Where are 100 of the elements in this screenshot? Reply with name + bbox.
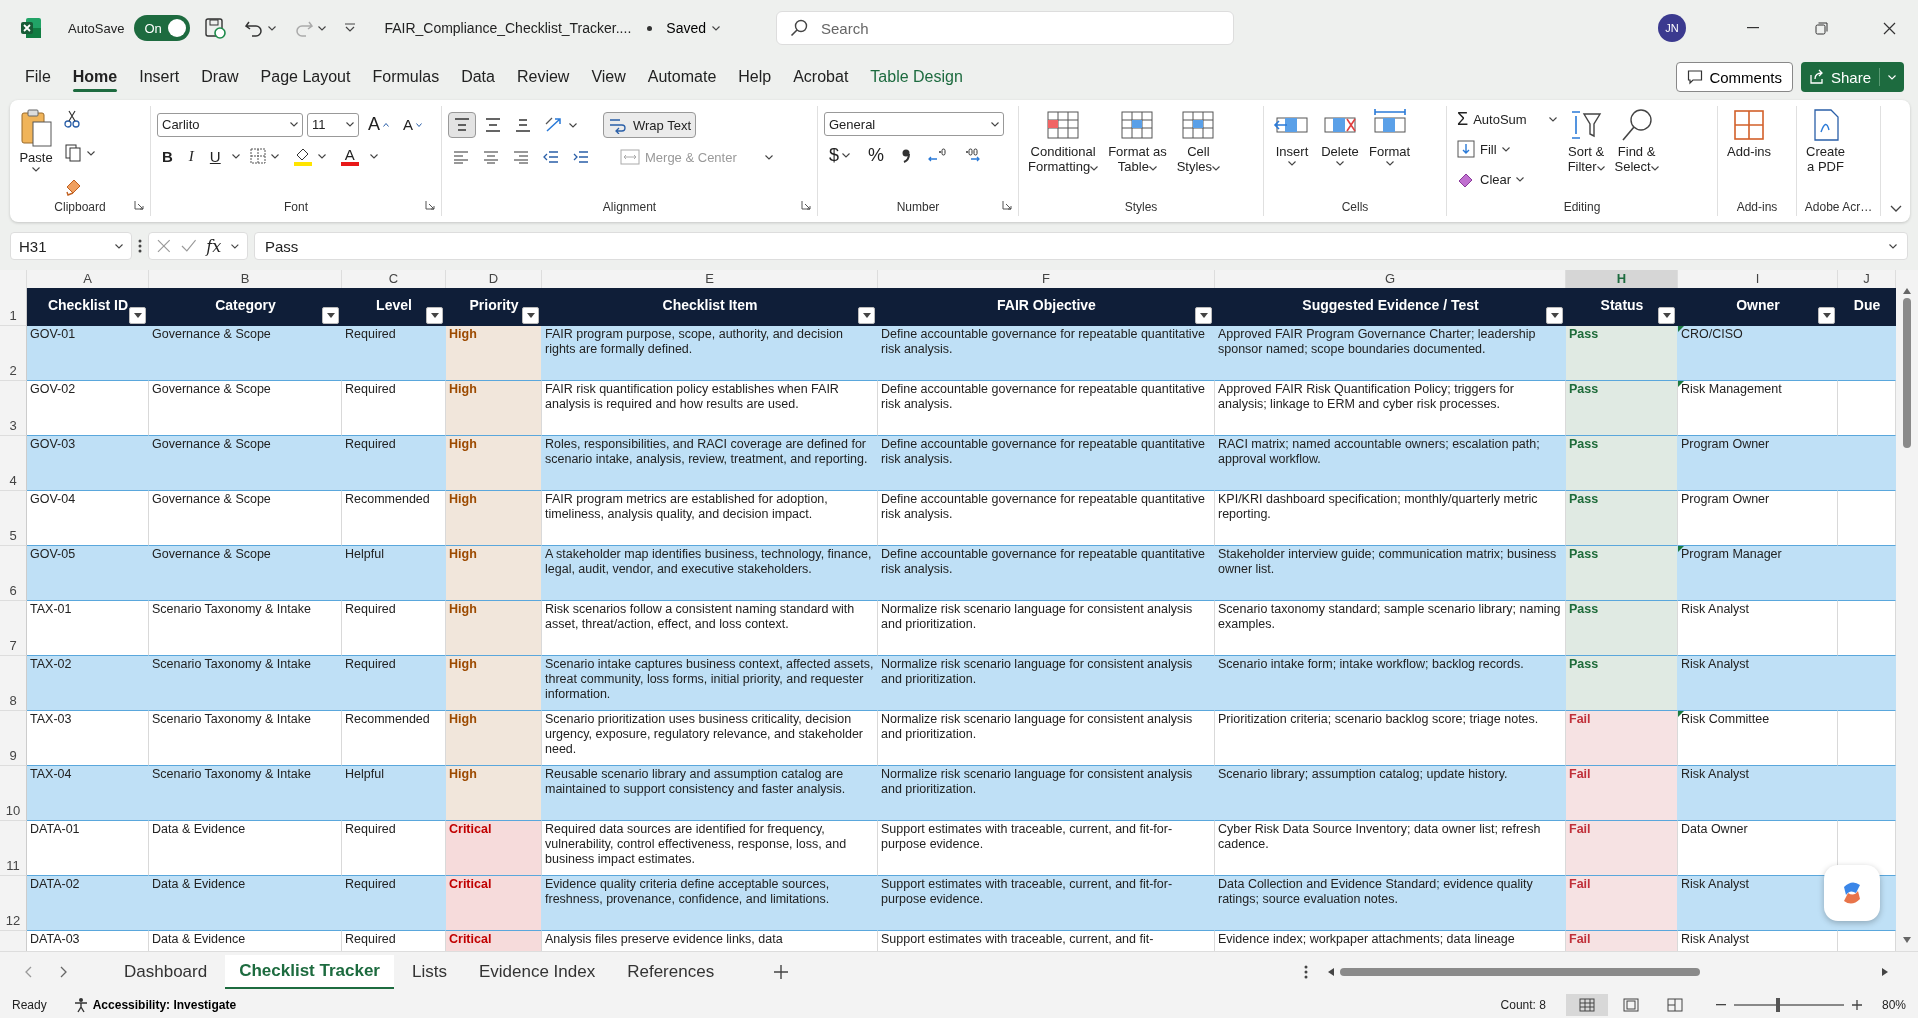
wrap-text-button[interactable]: Wrap Text [603,112,697,138]
filter-button[interactable] [322,307,339,324]
table-cell: Risk Analyst [1678,766,1838,821]
ribbon-tab[interactable]: Table Design [859,62,974,92]
ribbon-tab[interactable]: Acrobat [782,62,860,92]
table-cell: A stakeholder map identifies business, technology, finance, legal, audit, vendor, and executive stakeholders. [542,546,878,601]
italic-button[interactable]: I [183,145,199,167]
zoom-level[interactable]: 80% [1881,998,1906,1012]
ribbon-tab[interactable]: Review [505,62,581,92]
caret-icon [318,25,327,31]
delete-cells-button[interactable]: Delete [1318,106,1362,168]
user-avatar[interactable]: JN [1658,14,1686,42]
ribbon-tab[interactable]: View [580,62,637,92]
find-select-button[interactable]: Find & Select [1611,106,1662,176]
accessibility-button[interactable]: Accessibility: Investigate [66,996,243,1014]
font-name-dropdown[interactable]: Carlito [157,112,303,137]
grid-icon [1578,998,1595,1012]
percent-button[interactable]: % [863,142,890,168]
bold-button[interactable]: B [157,145,178,167]
format-as-table-button[interactable]: Format as Table [1105,106,1170,176]
ribbon-tab[interactable]: Help [727,62,783,92]
underline-button[interactable]: U [204,145,226,167]
arrow-dots-icon [927,146,948,164]
fill-button[interactable]: Fill [1453,136,1561,162]
search-field[interactable]: Search [776,11,1234,45]
autosave-toggle[interactable]: On [134,15,191,41]
save-status-button[interactable]: Saved [662,20,724,36]
table-cell: Scenario library; assumption catalog; update history. [1215,766,1566,821]
increase-font-size-button[interactable]: A [363,112,394,137]
check-icon [180,239,197,253]
vertical-scrollbar[interactable] [1896,288,1918,951]
vertical-align-button[interactable] [448,112,476,138]
column-header[interactable]: H [1566,270,1678,290]
sheet-tab[interactable]: Lists [398,956,461,988]
ribbon-tab[interactable]: Draw [190,62,250,92]
table-cell: TAX-02 [27,656,149,711]
table-cell: Critical [446,821,542,876]
name-box[interactable]: H31 [10,232,132,260]
table-cell: High [446,656,542,711]
sheet-tab[interactable]: Checklist Tracker [225,955,394,989]
share-button[interactable]: Share [1800,62,1904,92]
paste-button[interactable]: Paste [16,106,56,174]
ribbon-tab[interactable]: Data [450,62,506,92]
table-header: Checklist Item [542,288,878,326]
decrease-font-size-button[interactable]: A [398,114,428,135]
grid-squares-icon [1732,108,1767,142]
scrollbar-thumb[interactable] [1903,298,1911,448]
cell-styles-button[interactable]: Cell Styles [1173,106,1224,176]
font-color-button[interactable]: A [335,144,364,168]
clear-button[interactable]: Clear [1453,166,1561,192]
insert-cells-button[interactable]: Insert [1270,106,1314,168]
table-header: FAIR Objective [878,288,1215,326]
font-size-dropdown[interactable]: 11 [307,112,359,137]
row-number: 8 [0,656,27,711]
caret-icon [1288,161,1296,166]
sheet-tab[interactable]: References [613,956,729,988]
filter-button[interactable] [858,307,875,324]
comments-button[interactable]: Comments [1676,62,1793,92]
filter-button[interactable] [1818,307,1835,324]
filter-button[interactable] [1658,307,1675,324]
caret-icon [32,167,40,172]
table-cell: Roles, responsibilities, and RACI coverage are defined for scenario intake, analysis, review, treatment, and reporting. [542,436,878,491]
filter-button[interactable] [426,307,443,324]
copilot-button[interactable] [1824,865,1880,921]
currency-button[interactable]: $ [824,142,855,168]
insert-function-button[interactable]: fx [206,236,222,256]
filter-button[interactable] [1195,307,1212,324]
row-number: 3 [0,381,27,436]
sort-filter-button[interactable]: Sort & Filter [1564,106,1608,176]
filter-button[interactable] [1546,307,1563,324]
ribbon-tab[interactable]: Insert [128,62,191,92]
sheet-tab[interactable]: Evidence Index [464,956,610,988]
ribbon-tab[interactable]: File [14,62,62,92]
filter-button[interactable] [522,307,539,324]
count-text: Count: 8 [1500,998,1546,1012]
number-format-dropdown[interactable]: General [824,112,1004,136]
caret-icon [133,313,142,318]
caret-icon [317,153,326,159]
autosum-button[interactable]: Σ AutoSum [1453,106,1561,132]
filter-button[interactable] [129,307,146,324]
status-text: Ready [12,998,47,1012]
add-ins-button[interactable]: Add-ins [1724,106,1775,161]
sheet-tab[interactable]: Dashboard [110,956,222,988]
ribbon-tab[interactable]: Home [61,62,129,92]
format-cells-button[interactable]: Format [1366,106,1414,168]
caret-icon [115,243,123,249]
ribbon-tab[interactable]: Automate [636,62,728,92]
create-pdf-button[interactable]: Create a PDF [1803,106,1849,176]
ribbon-tab[interactable]: Formulas [361,62,451,92]
accessibility-icon [72,997,89,1013]
table-cell: Pass [1566,601,1678,656]
normal-view-button[interactable] [1565,994,1608,1016]
horizontal-scrollbar[interactable] [1328,965,1888,979]
zoom-slider-thumb[interactable] [1775,998,1780,1012]
kebab-icon [138,239,142,253]
ribbon-tab[interactable]: Page Layout [249,62,362,92]
table-cell: TAX-04 [27,766,149,821]
group-label: Number [896,200,940,216]
formula-field[interactable]: Pass [254,232,1908,260]
conditional-formatting-button[interactable]: Conditional Formatting [1025,106,1102,176]
